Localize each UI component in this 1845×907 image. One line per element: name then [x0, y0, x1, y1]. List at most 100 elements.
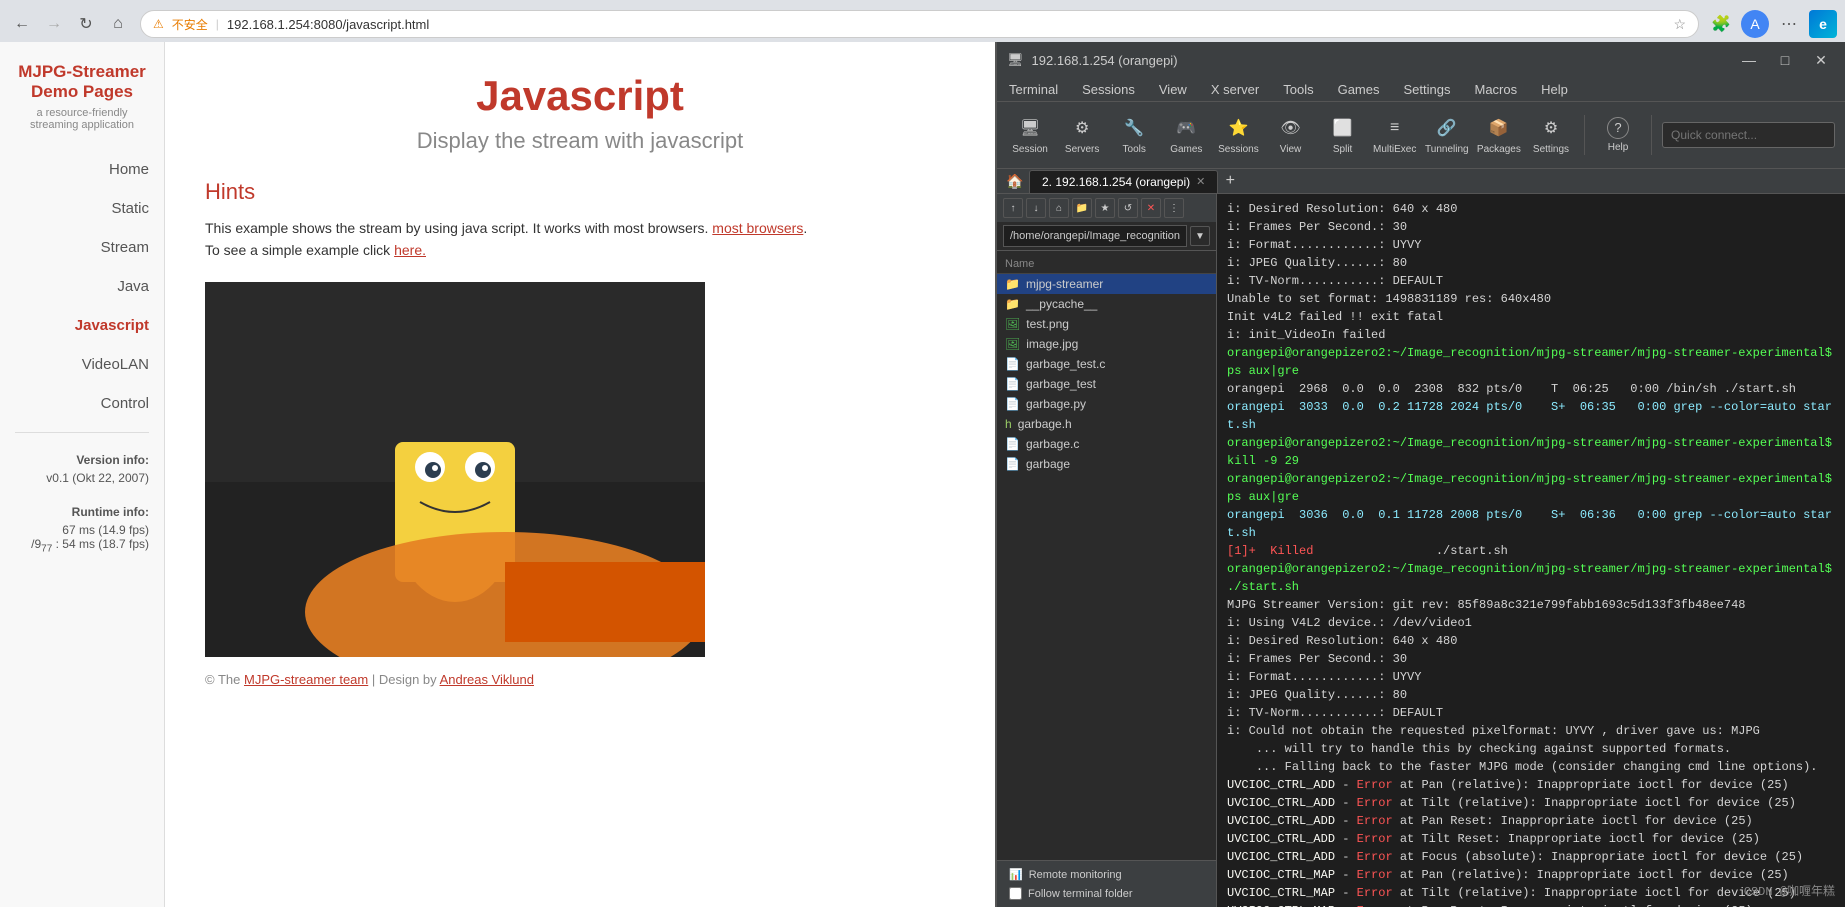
terminal-close[interactable]: ✕ — [1807, 48, 1835, 72]
browser-toolbar: ← → ↻ ⌂ ⚠ 不安全 | 192.168.1.254:8080/javas… — [8, 6, 1837, 42]
back-button[interactable]: ← — [8, 10, 36, 38]
menu-macros[interactable]: Macros — [1462, 78, 1529, 101]
profile-button[interactable]: A — [1741, 10, 1769, 38]
tool-help[interactable]: ? Help — [1595, 108, 1641, 162]
file-btn-down[interactable]: ↓ — [1026, 198, 1046, 218]
tool-games[interactable]: 🎮 Games — [1163, 108, 1209, 162]
file-tree: Name 📁 mjpg-streamer 📁 __pycache__ 🖼 tes… — [997, 251, 1216, 860]
terminal-maximize[interactable]: □ — [1771, 48, 1799, 72]
file-item-garbage-c[interactable]: 📄 garbage.c — [997, 434, 1216, 454]
file-item-test-png[interactable]: 🖼 test.png — [997, 314, 1216, 334]
terminal-menubar: Terminal Sessions View X server Tools Ga… — [997, 78, 1845, 102]
file-item-garbage[interactable]: 📄 garbage — [997, 454, 1216, 474]
menu-settings[interactable]: Settings — [1392, 78, 1463, 101]
file-btn-home[interactable]: ⌂ — [1049, 198, 1069, 218]
forward-button[interactable]: → — [40, 10, 68, 38]
remote-monitoring-item[interactable]: 📊 Remote monitoring — [1003, 865, 1210, 884]
file-name: garbage.c — [1026, 437, 1079, 451]
stream-image — [205, 282, 705, 657]
sidebar-item-javascript[interactable]: Javascript — [0, 307, 164, 344]
mjpg-team-link[interactable]: MJPG-streamer team — [244, 672, 368, 687]
file-item-pycache[interactable]: 📁 __pycache__ — [997, 294, 1216, 314]
sidebar-item-home[interactable]: Home — [0, 151, 164, 188]
menu-xserver[interactable]: X server — [1199, 78, 1271, 101]
tool-multiexec[interactable]: ≡ MultiExec — [1372, 108, 1418, 162]
follow-terminal-checkbox[interactable] — [1009, 887, 1022, 900]
terminal-titlebar: 🖥 192.168.1.254 (orangepi) — □ ✕ — [997, 42, 1845, 78]
file-btn-delete[interactable]: ✕ — [1141, 198, 1161, 218]
file-item-garbage-h[interactable]: h garbage.h — [997, 414, 1216, 434]
menu-terminal[interactable]: Terminal — [997, 78, 1070, 101]
tool-tunneling[interactable]: 🔗 Tunneling — [1424, 108, 1470, 162]
address-bar[interactable]: ⚠ 不安全 | 192.168.1.254:8080/javascript.ht… — [140, 10, 1699, 38]
menu-tools[interactable]: Tools — [1271, 78, 1325, 101]
follow-terminal-item[interactable]: Follow terminal folder — [1003, 884, 1210, 903]
tab-close-btn[interactable]: ✕ — [1196, 175, 1205, 188]
home-button[interactable]: ⌂ — [104, 10, 132, 38]
separator: | — [216, 17, 219, 31]
terminal-minimize[interactable]: — — [1735, 48, 1763, 72]
tool-tools[interactable]: 🔧 Tools — [1111, 108, 1157, 162]
image-icon: 🖼 — [1005, 337, 1020, 351]
multiexec-icon: ≡ — [1382, 115, 1408, 141]
term-line: orangepi 2968 0.0 0.0 2308 832 pts/0 T 0… — [1227, 380, 1835, 398]
term-line: orangepi@orangepizero2:~/Image_recogniti… — [1227, 470, 1835, 506]
tool-view[interactable]: 👁 View — [1267, 108, 1313, 162]
sidebar-item-control[interactable]: Control — [0, 385, 164, 422]
file-btn-folder[interactable]: 📁 — [1072, 198, 1092, 218]
term-line: i: Desired Resolution: 640 x 480 — [1227, 200, 1835, 218]
most-browsers-link[interactable]: most browsers — [712, 220, 803, 236]
tab-add-button[interactable]: + — [1218, 169, 1242, 193]
here-link[interactable]: here. — [394, 242, 426, 258]
quick-connect-input[interactable] — [1662, 122, 1835, 148]
tool-servers[interactable]: ⚙ Servers — [1059, 108, 1105, 162]
follow-terminal-label: Follow terminal folder — [1028, 888, 1133, 900]
sidebar-item-stream[interactable]: Stream — [0, 229, 164, 266]
terminal-home-btn[interactable]: 🏠 — [1001, 169, 1029, 193]
tool-session[interactable]: 🖥 Session — [1007, 108, 1053, 162]
hints-text: This example shows the stream by using j… — [205, 217, 955, 239]
menu-view[interactable]: View — [1147, 78, 1199, 101]
file-btn-bookmark[interactable]: ★ — [1095, 198, 1115, 218]
tool-packages[interactable]: 📦 Packages — [1476, 108, 1522, 162]
tool-settings[interactable]: ⚙ Settings — [1528, 108, 1574, 162]
designer-link[interactable]: Andreas Viklund — [440, 672, 534, 687]
file-column-header: Name — [997, 255, 1216, 274]
extensions-button[interactable]: 🧩 — [1707, 10, 1735, 38]
file-item-garbage-test[interactable]: 📄 garbage_test — [997, 374, 1216, 394]
term-line: ... will try to handle this by checking … — [1227, 740, 1835, 758]
help-icon: ? — [1607, 117, 1629, 139]
file-path-go-btn[interactable]: ▼ — [1190, 226, 1210, 246]
file-btn-up[interactable]: ↑ — [1003, 198, 1023, 218]
file-item-mjpg-streamer[interactable]: 📁 mjpg-streamer — [997, 274, 1216, 294]
file-footer: 📊 Remote monitoring Follow terminal fold… — [997, 860, 1216, 907]
tool-sessions[interactable]: ⭐ Sessions — [1215, 108, 1261, 162]
file-btn-refresh[interactable]: ↺ — [1118, 198, 1138, 218]
tool-split[interactable]: ⬜ Split — [1320, 108, 1366, 162]
file-browser: ↑ ↓ ⌂ 📁 ★ ↺ ✕ ⋮ ▼ Name — [997, 194, 1217, 907]
menu-games[interactable]: Games — [1326, 78, 1392, 101]
sidebar-logo-title: MJPG-Streamer Demo Pages — [10, 62, 154, 103]
page-content: Javascript Display the stream with javas… — [165, 42, 995, 907]
terminal-tab-active[interactable]: 2. 192.168.1.254 (orangepi) ✕ — [1029, 170, 1218, 193]
file-path-input[interactable] — [1003, 225, 1187, 247]
right-panel: 🖥 192.168.1.254 (orangepi) — □ ✕ Termina… — [995, 42, 1845, 907]
terminal-output[interactable]: i: Desired Resolution: 640 x 480 i: Fram… — [1217, 194, 1845, 907]
more-button[interactable]: ⋯ — [1775, 10, 1803, 38]
file-item-image-jpg[interactable]: 🖼 image.jpg — [997, 334, 1216, 354]
term-line: i: JPEG Quality......: 80 — [1227, 254, 1835, 272]
hints-text2: To see a simple example click here. — [205, 239, 955, 261]
file-item-garbage-py[interactable]: 📄 garbage.py — [997, 394, 1216, 414]
file-item-garbage-test-c[interactable]: 📄 garbage_test.c — [997, 354, 1216, 374]
file-path-bar: ▼ — [997, 222, 1216, 251]
sidebar-logo: MJPG-Streamer Demo Pages a resource-frie… — [0, 62, 164, 151]
file-btn-more[interactable]: ⋮ — [1164, 198, 1184, 218]
reload-button[interactable]: ↻ — [72, 10, 100, 38]
menu-sessions[interactable]: Sessions — [1070, 78, 1147, 101]
sidebar-item-static[interactable]: Static — [0, 190, 164, 227]
menu-help[interactable]: Help — [1529, 78, 1580, 101]
star-icon[interactable]: ☆ — [1673, 16, 1686, 33]
sidebar: MJPG-Streamer Demo Pages a resource-frie… — [0, 42, 165, 907]
sidebar-item-java[interactable]: Java — [0, 268, 164, 305]
sidebar-item-videolan[interactable]: VideoLAN — [0, 346, 164, 383]
